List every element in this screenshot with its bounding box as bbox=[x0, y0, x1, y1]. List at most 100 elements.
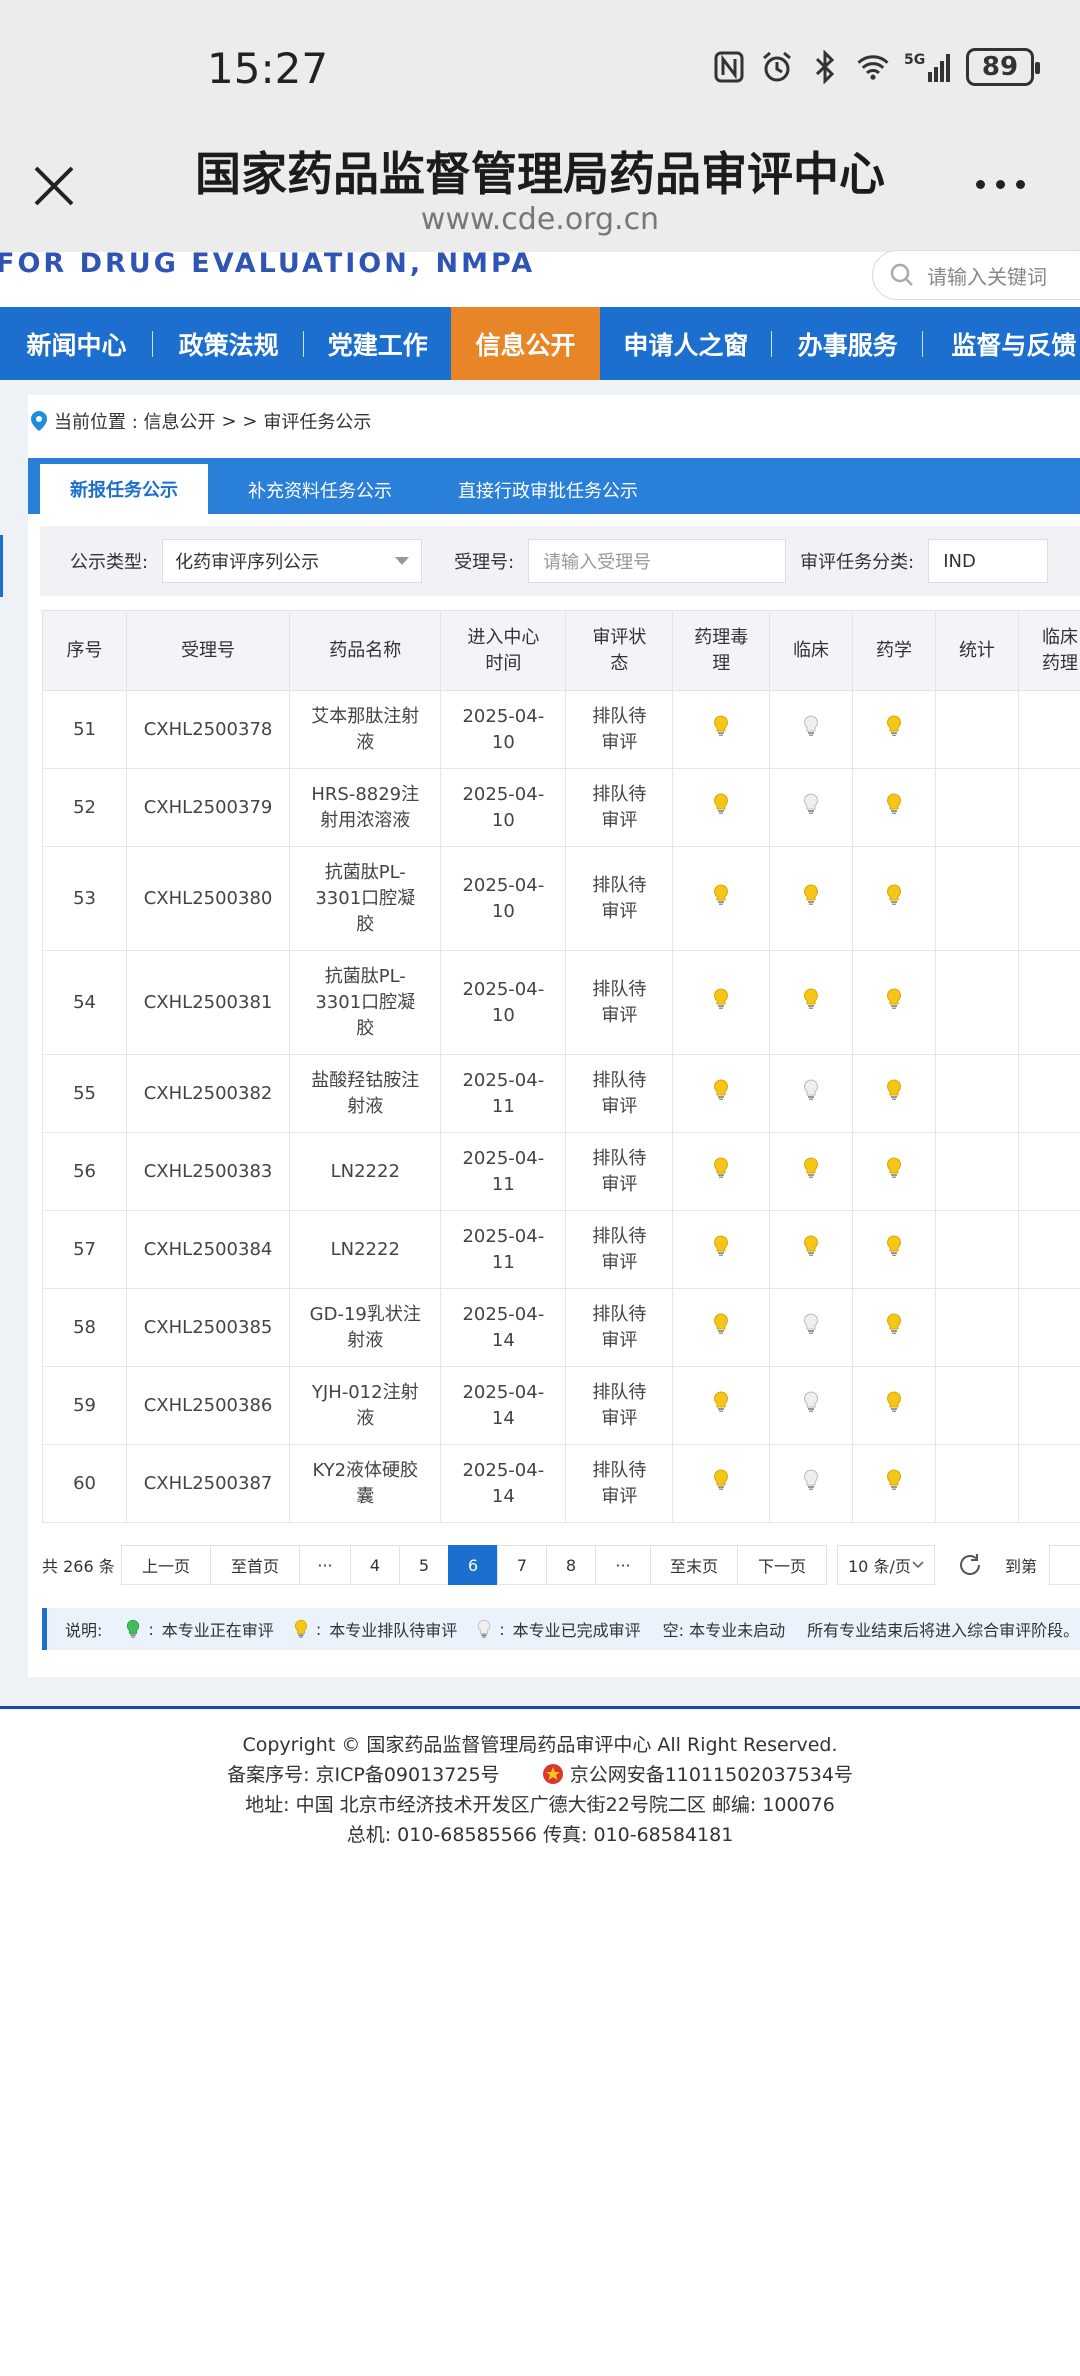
site-search-input[interactable]: 请输入关键词 bbox=[872, 250, 1080, 300]
pager-ellipsis-left[interactable]: ··· bbox=[299, 1545, 351, 1585]
next-page-button[interactable]: 下一页 bbox=[737, 1545, 827, 1585]
footer-copyright: Copyright © 国家药品监督管理局药品审评中心 All Right Re… bbox=[242, 1734, 838, 1756]
column-header: 统计 bbox=[934, 610, 1019, 691]
table-row[interactable]: 51 CXHL2500378 艾本那肽注射液 2025-04- 10 排队待 审评 bbox=[41, 690, 1080, 769]
svg-text:5G: 5G bbox=[904, 52, 925, 68]
cell-status-line: 排队待 bbox=[592, 783, 647, 805]
cell-chem-progress bbox=[851, 1054, 936, 1133]
cell-chem-progress bbox=[851, 950, 936, 1055]
page-button[interactable]: 4 bbox=[350, 1545, 400, 1585]
cell-drug-name: LN2222 bbox=[289, 1210, 442, 1289]
cell-enter-date-line: 2025-04- bbox=[462, 705, 545, 727]
last-page-button[interactable]: 至末页 bbox=[650, 1545, 738, 1585]
nav-item-services[interactable]: 办事服务 bbox=[772, 307, 924, 380]
page-button[interactable]: 8 bbox=[546, 1545, 596, 1585]
task-category-value: IND bbox=[943, 550, 976, 572]
nav-item-party[interactable]: 党建工作 bbox=[304, 307, 451, 380]
nav-item-applicant[interactable]: 申请人之窗 bbox=[600, 307, 773, 380]
table-row[interactable]: 55 CXHL2500382 盐酸羟钴胺注 射液 2025-04- 11 排队待 审评 bbox=[41, 1054, 1080, 1133]
yellow-bulb-icon bbox=[714, 987, 729, 1009]
cell-clinpharm-progress bbox=[1017, 1366, 1080, 1445]
footer-icp[interactable]: 备案序号: 京ICP备09013725号 bbox=[227, 1764, 499, 1786]
column-header-text: 临床 bbox=[792, 639, 829, 661]
cell-pharm-progress bbox=[672, 1288, 770, 1367]
cell-drug-name-line: LN2222 bbox=[330, 1238, 400, 1260]
cell-stat-progress bbox=[934, 1444, 1019, 1523]
type-select[interactable]: 化药审评序列公示 bbox=[162, 539, 423, 583]
table-row[interactable]: 58 CXHL2500385 GD-19乳状注 射液 2025-04- 14 排队待 审评 bbox=[41, 1288, 1080, 1367]
cell-clin-progress bbox=[768, 1210, 853, 1289]
cell-clinpharm-progress bbox=[1017, 768, 1080, 847]
first-page-button[interactable]: 至首页 bbox=[210, 1545, 300, 1585]
task-table-container: 序号 受理号 药品名称 进入中心 时间 审评状态药理毒理临床 药学 统计 临床 药理 51 CXHL… bbox=[41, 610, 1080, 1523]
nav-item-info-public[interactable]: 信息公开 bbox=[451, 307, 600, 380]
table-row[interactable]: 57 CXHL2500384 LN2222 2025-04- 11 排队待 审评 bbox=[41, 1210, 1080, 1289]
yellow-bulb-icon bbox=[714, 1390, 729, 1412]
cell-accept-no: CXHL2500378 bbox=[126, 690, 291, 769]
refresh-icon[interactable] bbox=[957, 1552, 983, 1578]
tab-new-tasks[interactable]: 新报任务公示 bbox=[40, 464, 208, 514]
yellow-bulb-icon bbox=[886, 1156, 901, 1178]
cell-clinpharm-progress bbox=[1017, 1054, 1080, 1133]
cell-accept-no: CXHL2500382 bbox=[126, 1054, 291, 1133]
page-button-current[interactable]: 6 bbox=[448, 1545, 498, 1585]
cell-status-line: 排队待 bbox=[592, 1459, 647, 1481]
cell-drug-name-line: 射用浓溶液 bbox=[320, 809, 411, 831]
breadcrumb-prefix[interactable]: 当前位置 : 信息公开 bbox=[54, 408, 216, 434]
prev-page-button[interactable]: 上一页 bbox=[121, 1545, 211, 1585]
cell-pharm-progress bbox=[672, 768, 770, 847]
cell-status: 排队待 审评 bbox=[565, 768, 674, 847]
cell-drug-name: GD-19乳状注 射液 bbox=[289, 1288, 442, 1367]
column-header: 药理毒理 bbox=[672, 610, 770, 691]
white-bulb-icon bbox=[804, 714, 818, 736]
legend-yellow-text: 本专业排队待审评 bbox=[329, 1621, 458, 1640]
cell-clinpharm-progress bbox=[1017, 1288, 1080, 1367]
nav-item-policy[interactable]: 政策法规 bbox=[153, 307, 305, 380]
column-header-text: 临床 bbox=[1041, 626, 1078, 648]
cell-accept-no: CXHL2500381 bbox=[126, 950, 291, 1055]
tab-supplement-tasks[interactable]: 补充资料任务公示 bbox=[208, 466, 422, 514]
cell-status: 排队待 审评 bbox=[565, 950, 674, 1055]
nav-item-news[interactable]: 新闻中心 bbox=[0, 307, 154, 380]
table-row[interactable]: 56 CXHL2500383 LN2222 2025-04- 11 排队待 审评 bbox=[41, 1132, 1080, 1211]
task-category-select[interactable]: IND bbox=[928, 539, 1049, 583]
table-row[interactable]: 52 CXHL2500379 HRS-8829注 射用浓溶液 2025-04- 10 排队待… bbox=[41, 768, 1080, 847]
cell-status: 排队待 审评 bbox=[565, 1444, 674, 1523]
table-row[interactable]: 54 CXHL2500381 抗菌肽PL- 3301口腔凝胶 2025-04- 10 排队待… bbox=[41, 950, 1080, 1055]
cell-pharm-progress bbox=[672, 1132, 770, 1211]
cell-clin-progress bbox=[768, 690, 853, 769]
table-row[interactable]: 59 CXHL2500386 YJH-012注射液 2025-04- 14 排队待 审评 bbox=[41, 1366, 1080, 1445]
yellow-bulb-icon bbox=[886, 1078, 901, 1100]
cell-pharm-progress bbox=[672, 690, 770, 769]
footer-police[interactable]: 京公网安备11011502037534号 bbox=[570, 1764, 853, 1786]
pager-ellipsis-right[interactable]: ··· bbox=[595, 1545, 651, 1585]
page-button[interactable]: 5 bbox=[399, 1545, 449, 1585]
cell-clin-progress bbox=[768, 768, 853, 847]
page-size-value: 10 条/页 bbox=[848, 1557, 911, 1576]
table-row[interactable]: 53 CXHL2500380 抗菌肽PL- 3301口腔凝胶 2025-04- 10 排队待… bbox=[41, 846, 1080, 951]
cell-pharm-progress bbox=[672, 1210, 770, 1289]
yellow-bulb-icon bbox=[714, 1312, 729, 1334]
white-bulb-icon bbox=[804, 1468, 818, 1490]
cell-clin-progress bbox=[768, 846, 853, 951]
cell-drug-name: YJH-012注射液 bbox=[289, 1366, 442, 1445]
cell-seq: 59 bbox=[41, 1366, 128, 1445]
cell-pharm-progress bbox=[672, 846, 770, 951]
cell-chem-progress bbox=[851, 1444, 936, 1523]
signal-5g-icon: 5G bbox=[904, 50, 952, 84]
yellow-bulb-icon bbox=[886, 1468, 901, 1490]
tab-direct-approval-tasks[interactable]: 直接行政审批任务公示 bbox=[422, 466, 668, 514]
yellow-bulb-icon bbox=[886, 987, 901, 1009]
nav-item-supervision[interactable]: 监督与反馈 bbox=[923, 307, 1080, 380]
more-options-icon[interactable] bbox=[976, 180, 1025, 189]
page-size-select[interactable]: 10 条/页 bbox=[837, 1545, 935, 1585]
table-row[interactable]: 60 CXHL2500387 KY2液体硬胶囊 2025-04- 14 排队待 审评 bbox=[41, 1444, 1080, 1523]
page-button[interactable]: 7 bbox=[497, 1545, 547, 1585]
goto-page-input[interactable] bbox=[1049, 1545, 1080, 1585]
column-header-text: 审评状 bbox=[592, 626, 647, 648]
cell-drug-name: KY2液体硬胶囊 bbox=[289, 1444, 442, 1523]
page-url: www.cde.org.cn bbox=[420, 202, 660, 237]
legend-title: 说明: bbox=[65, 1621, 103, 1640]
accept-no-input[interactable]: 请输入受理号 bbox=[528, 539, 787, 583]
cell-drug-name: 抗菌肽PL- 3301口腔凝胶 bbox=[289, 950, 442, 1055]
